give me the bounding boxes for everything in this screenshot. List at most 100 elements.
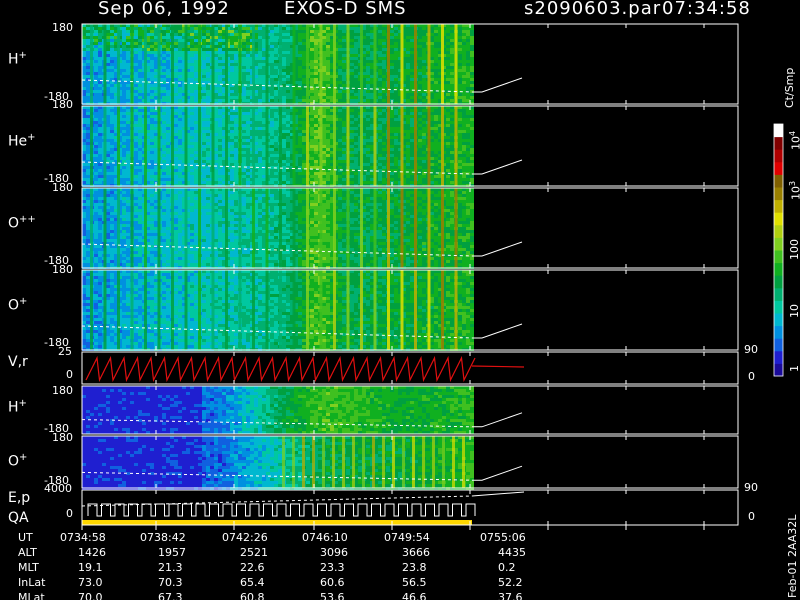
heatmap-cell — [190, 69, 194, 72]
heatmap-cell — [302, 154, 306, 157]
heatmap-cell — [410, 87, 414, 90]
heatmap-cell — [98, 51, 102, 54]
heatmap-cell — [246, 124, 250, 127]
heatmap-cell — [366, 121, 370, 124]
heatmap-cell — [174, 139, 178, 142]
heatmap-cell — [310, 72, 314, 75]
heatmap-cell — [82, 139, 86, 142]
heatmap-cell — [138, 30, 142, 33]
spectrum-stripe — [427, 24, 431, 104]
heatmap-cell — [390, 118, 394, 121]
heatmap-cell — [218, 163, 222, 166]
heatmap-cell — [126, 99, 130, 102]
heatmap-cell — [258, 145, 262, 148]
heatmap-cell — [274, 93, 278, 96]
heatmap-cell — [434, 57, 438, 60]
heatmap-cell — [302, 157, 306, 160]
heatmap-cell — [302, 39, 306, 42]
heatmap-cell — [94, 36, 98, 39]
heatmap-cell — [110, 121, 114, 124]
heatmap-cell — [406, 96, 410, 99]
heatmap-cell — [166, 36, 170, 39]
heatmap-cell — [126, 115, 130, 118]
heatmap-cell — [430, 27, 434, 30]
heatmap-cell — [326, 36, 330, 39]
heatmap-cell — [234, 160, 238, 163]
heatmap-cell — [190, 54, 194, 57]
heatmap-cell — [106, 166, 110, 169]
heatmap-cell — [246, 145, 250, 148]
heatmap-cell — [166, 118, 170, 121]
heatmap-cell — [322, 148, 326, 151]
heatmap-cell — [262, 109, 266, 112]
heatmap-cell — [262, 157, 266, 160]
heatmap-cell — [322, 42, 326, 45]
heatmap-cell — [354, 27, 358, 30]
heatmap-cell — [406, 163, 410, 166]
heatmap-cell — [150, 99, 154, 102]
heatmap-cell — [190, 133, 194, 136]
heatmap-cell — [218, 69, 222, 72]
heatmap-cell — [298, 33, 302, 36]
heatmap-cell — [194, 157, 198, 160]
heatmap-cell — [338, 42, 342, 45]
heatmap-cell — [350, 51, 354, 54]
heatmap-cell — [162, 69, 166, 72]
heatmap-cell — [270, 154, 274, 157]
heatmap-cell — [366, 151, 370, 154]
heatmap-cell — [234, 181, 238, 184]
heatmap-cell — [154, 78, 158, 81]
heatmap-cell — [138, 142, 142, 145]
heatmap-cell — [322, 139, 326, 142]
heatmap-cell — [106, 99, 110, 102]
heatmap-cell — [138, 157, 142, 160]
heatmap-cell — [282, 121, 286, 124]
heatmap-cell — [390, 36, 394, 39]
heatmap-cell — [262, 148, 266, 151]
heatmap-cell — [202, 178, 206, 181]
heatmap-cell — [382, 60, 386, 63]
heatmap-cell — [86, 69, 90, 72]
heatmap-cell — [350, 69, 354, 72]
heatmap-cell — [418, 127, 422, 130]
heatmap-cell — [302, 175, 306, 178]
heatmap-cell — [234, 96, 238, 99]
spectrum-stripe — [238, 24, 242, 104]
heatmap-cell — [218, 130, 222, 133]
heatmap-cell — [150, 72, 154, 75]
heatmap-cell — [322, 163, 326, 166]
heatmap-cell — [214, 57, 218, 60]
heatmap-cell — [370, 63, 374, 66]
heatmap-cell — [194, 145, 198, 148]
heatmap-cell — [106, 148, 110, 151]
heatmap-cell — [106, 81, 110, 84]
heatmap-cell — [418, 45, 422, 48]
heatmap-cell — [378, 72, 382, 75]
heatmap-cell — [242, 63, 246, 66]
heatmap-cell — [446, 87, 450, 90]
heatmap-cell — [458, 60, 462, 63]
heatmap-cell — [458, 39, 462, 42]
heatmap-cell — [366, 178, 370, 181]
heatmap-cell — [338, 66, 342, 69]
heatmap-cell — [206, 181, 210, 184]
heatmap-cell — [422, 42, 426, 45]
heatmap-cell — [174, 115, 178, 118]
heatmap-cell — [150, 36, 154, 39]
heatmap-cell — [390, 30, 394, 33]
heatmap-cell — [274, 90, 278, 93]
heatmap-cell — [214, 154, 218, 157]
heatmap-cell — [270, 139, 274, 142]
spectrum-stripe — [225, 24, 228, 104]
heatmap-cell — [394, 115, 398, 118]
heatmap-cell — [286, 45, 290, 48]
heatmap-cell — [326, 45, 330, 48]
heatmap-cell — [390, 81, 394, 84]
heatmap-cell — [298, 115, 302, 118]
heatmap-cell — [230, 33, 234, 36]
heatmap-cell — [98, 133, 102, 136]
heatmap-cell — [150, 142, 154, 145]
heatmap-cell — [302, 60, 306, 63]
heatmap-cell — [194, 57, 198, 60]
heatmap-cell — [110, 54, 114, 57]
